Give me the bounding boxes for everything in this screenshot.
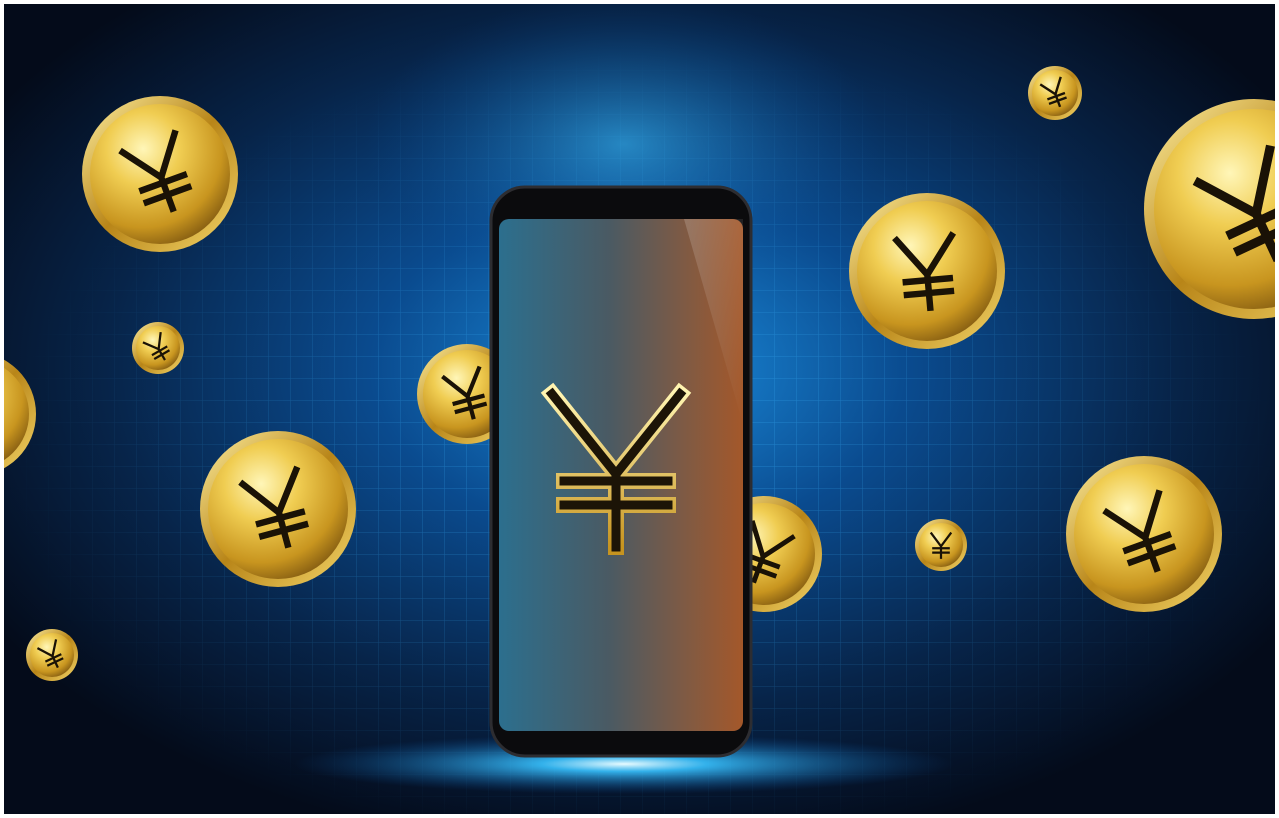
coin-mid-left	[200, 431, 356, 587]
coin-mid-right	[849, 193, 1005, 349]
coin-bottom-left	[26, 629, 78, 681]
coin-small-left	[132, 322, 184, 374]
coin-small-right	[915, 519, 967, 571]
illustration-canvas	[4, 4, 1275, 814]
coin-top-left	[82, 96, 238, 252]
coin-lower-right	[1066, 456, 1222, 612]
coin-small-top-right	[1028, 66, 1082, 120]
yen-phone-illustration	[4, 4, 1275, 814]
smartphone	[489, 185, 753, 758]
